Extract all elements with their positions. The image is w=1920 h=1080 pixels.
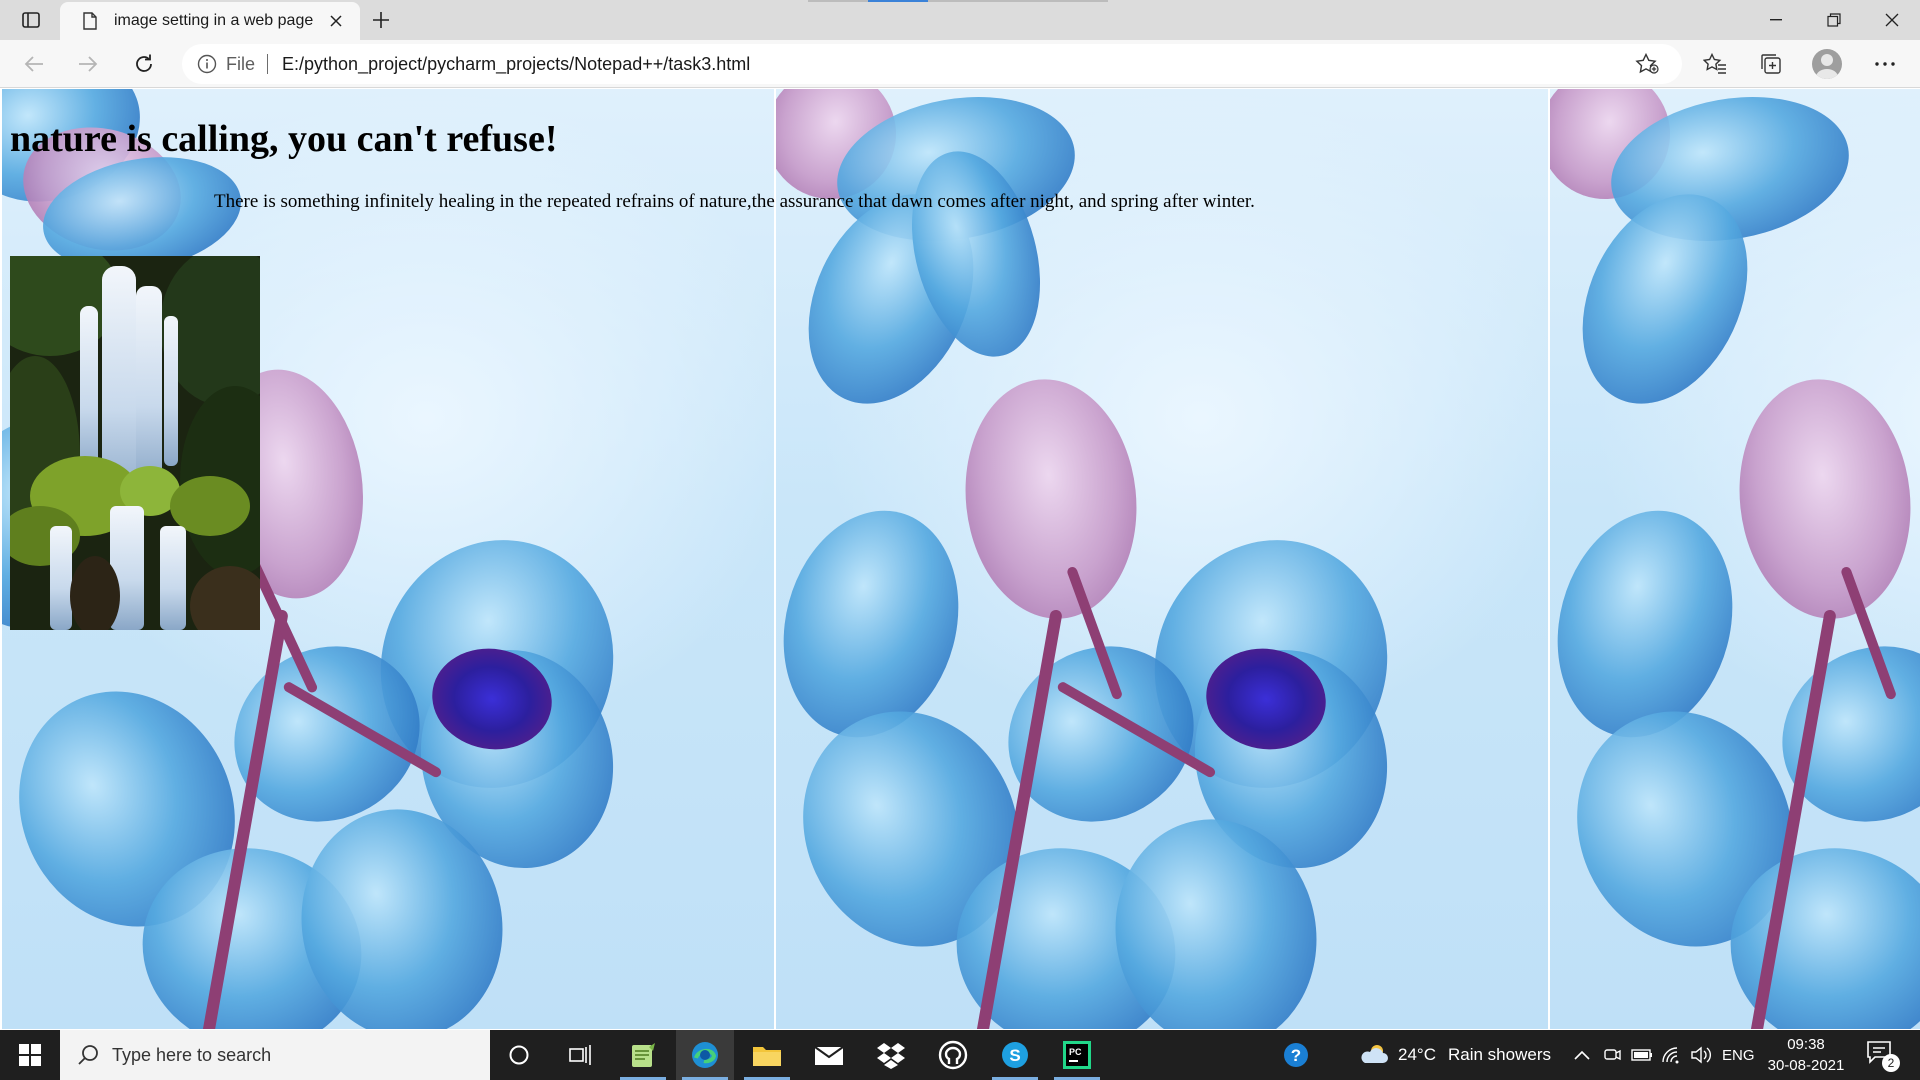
address-separator xyxy=(267,54,269,74)
search-placeholder: Type here to search xyxy=(112,1044,272,1065)
orchid-background-tile xyxy=(1550,89,1920,1029)
tab-title: image setting in a web page xyxy=(114,12,314,29)
notepad-plus-plus-icon xyxy=(632,1043,655,1067)
info-icon[interactable] xyxy=(196,53,218,75)
skype-icon: S xyxy=(1002,1042,1028,1068)
page-viewport: nature is calling, you can't refuse! The… xyxy=(2,89,1920,1029)
forward-button[interactable] xyxy=(70,48,106,80)
url-text[interactable]: E:/python_project/pycharm_projects/Notep… xyxy=(282,54,750,75)
github-icon xyxy=(938,1040,968,1070)
minimize-icon xyxy=(1770,19,1782,21)
back-arrow-icon xyxy=(24,56,43,72)
battery-icon xyxy=(1631,1049,1652,1061)
show-hidden-icons-button[interactable] xyxy=(1570,1043,1594,1067)
browser-toolbar: File E:/python_project/pycharm_projects/… xyxy=(0,40,1920,88)
help-icon: ? xyxy=(1284,1043,1308,1067)
svg-text:?: ? xyxy=(1291,1046,1301,1065)
settings-menu-button[interactable] xyxy=(1866,48,1904,80)
tab-actions-button[interactable] xyxy=(14,6,48,34)
taskbar-app-mail[interactable] xyxy=(800,1030,858,1080)
address-bar[interactable]: File E:/python_project/pycharm_projects/… xyxy=(182,44,1682,84)
action-center-button[interactable]: 2 xyxy=(1866,1040,1900,1072)
taskbar-app-dropbox[interactable] xyxy=(862,1030,920,1080)
close-tab-icon[interactable] xyxy=(324,9,348,33)
cortana-icon xyxy=(509,1045,529,1065)
svg-text:S: S xyxy=(1009,1046,1020,1065)
taskbar-app-pycharm[interactable]: PC xyxy=(1048,1030,1106,1080)
add-favorite-icon[interactable] xyxy=(1634,52,1660,76)
dropbox-icon xyxy=(877,1043,905,1069)
new-tab-button[interactable] xyxy=(366,6,396,34)
avatar xyxy=(1812,49,1842,79)
file-explorer-icon xyxy=(753,1047,781,1066)
clock-time: 09:38 xyxy=(1787,1036,1825,1053)
orchid-background-tile xyxy=(776,89,1548,1029)
taskbar-clock[interactable]: 09:38 30-08-2021 xyxy=(1762,1034,1850,1076)
speaker-icon xyxy=(1691,1046,1711,1064)
minimize-button[interactable] xyxy=(1748,0,1804,40)
volume-tray-icon[interactable] xyxy=(1690,1043,1714,1067)
weather-condition[interactable]: Rain showers xyxy=(1448,1030,1551,1080)
device-tray-icon[interactable] xyxy=(1600,1043,1624,1067)
close-icon xyxy=(1885,13,1899,27)
more-options-icon xyxy=(1875,62,1895,66)
back-button[interactable] xyxy=(16,48,52,80)
meet-now-icon xyxy=(1604,1049,1621,1061)
input-language[interactable]: ENG xyxy=(1722,1030,1755,1080)
plus-icon xyxy=(373,12,389,28)
mail-icon xyxy=(814,1046,844,1065)
edge-icon xyxy=(692,1042,718,1068)
taskbar-app-github[interactable] xyxy=(924,1030,982,1080)
rain-cloud-icon xyxy=(1361,1045,1388,1063)
restore-icon xyxy=(1827,13,1841,27)
url-scheme-label: File xyxy=(226,53,256,74)
start-button[interactable] xyxy=(0,1030,60,1080)
weather-temperature[interactable]: 24°C xyxy=(1398,1030,1436,1080)
search-icon xyxy=(76,1043,100,1067)
waterfall-image xyxy=(10,256,260,630)
tab-strip-indicator xyxy=(808,0,1108,2)
wifi-icon xyxy=(1662,1047,1679,1064)
favorites-icon xyxy=(1703,53,1726,74)
taskbar: Type here to search S PC ? 24°C Rain sho… xyxy=(0,1030,1920,1080)
tab-strip: image setting in a web page xyxy=(0,0,1920,40)
favorites-button[interactable] xyxy=(1696,48,1734,80)
page-heading: nature is calling, you can't refuse! xyxy=(10,118,558,160)
taskbar-search-box[interactable]: Type here to search xyxy=(60,1030,490,1080)
restore-button[interactable] xyxy=(1806,0,1862,40)
taskbar-app-file-explorer[interactable] xyxy=(738,1030,796,1080)
tab-strip-indicator-active xyxy=(868,0,928,2)
close-window-button[interactable] xyxy=(1864,0,1920,40)
taskbar-app-notepad-plus-plus[interactable] xyxy=(614,1030,672,1080)
refresh-icon xyxy=(136,54,152,72)
notification-count-badge: 2 xyxy=(1882,1054,1900,1072)
battery-tray-icon[interactable] xyxy=(1630,1043,1654,1067)
svg-text:PC: PC xyxy=(1069,1047,1082,1057)
forward-arrow-icon xyxy=(79,56,98,72)
help-tray-button[interactable]: ? xyxy=(1282,1041,1310,1069)
windows-logo-icon xyxy=(19,1044,41,1066)
collections-icon xyxy=(1761,54,1781,74)
browser-tab[interactable]: image setting in a web page xyxy=(60,2,360,40)
cortana-button[interactable] xyxy=(490,1030,548,1080)
taskbar-app-edge[interactable] xyxy=(676,1030,734,1080)
taskbar-app-skype[interactable]: S xyxy=(986,1030,1044,1080)
weather-button[interactable] xyxy=(1360,1043,1388,1067)
clock-date: 30-08-2021 xyxy=(1767,1057,1845,1074)
collections-button[interactable] xyxy=(1752,48,1790,80)
chevron-up-icon xyxy=(1574,1050,1590,1060)
profile-button[interactable] xyxy=(1808,48,1846,80)
refresh-button[interactable] xyxy=(126,48,162,80)
pycharm-icon: PC xyxy=(1063,1041,1091,1069)
page-paragraph: There is something infinitely healing in… xyxy=(214,191,1255,212)
task-view-icon xyxy=(569,1045,591,1065)
task-view-button[interactable] xyxy=(552,1030,610,1080)
page-icon xyxy=(80,11,100,31)
network-tray-icon[interactable] xyxy=(1660,1043,1684,1067)
tab-actions-icon xyxy=(22,12,40,28)
